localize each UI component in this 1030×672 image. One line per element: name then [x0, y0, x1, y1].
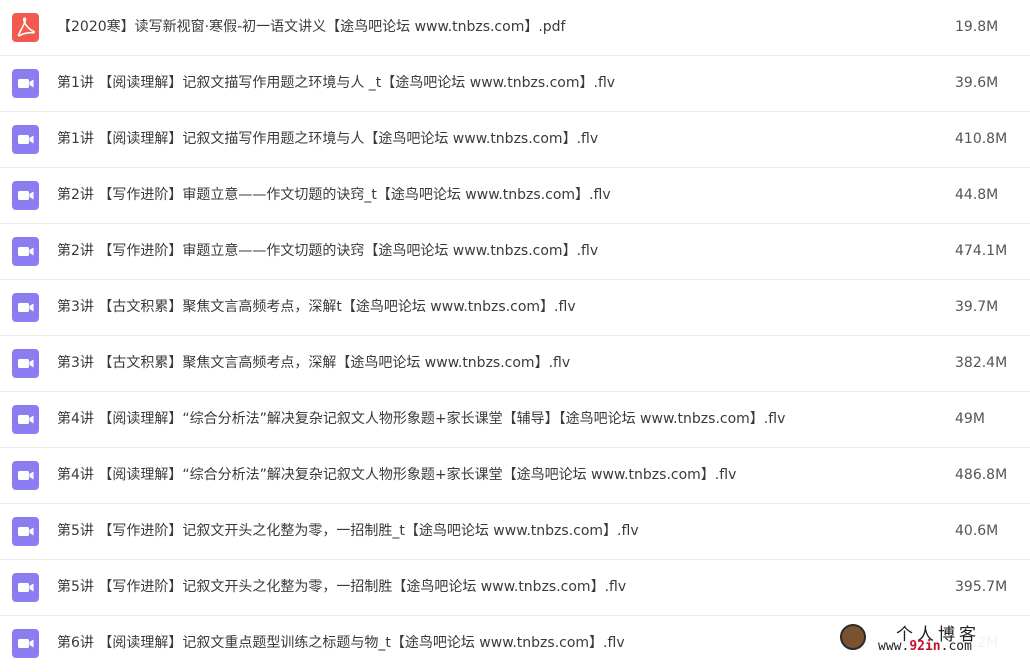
file-name[interactable]: 第3讲 【古文积累】聚焦文言高频考点，深解t【途鸟吧论坛 www.tnbzs.c… — [57, 280, 576, 335]
video-file-icon — [12, 69, 39, 98]
file-row[interactable]: 第5讲 【写作进阶】记叙文开头之化整为零，一招制胜【途鸟吧论坛 www.tnbz… — [0, 560, 1030, 616]
file-name[interactable]: 【2020寒】读写新视窗·寒假-初一语文讲义【途鸟吧论坛 www.tnbzs.c… — [57, 0, 566, 55]
file-size: 410.8M — [955, 131, 1008, 147]
watermark-url: www.92in.com — [878, 639, 972, 654]
file-name[interactable]: 第2讲 【写作进阶】审题立意——作文切题的诀窍_t【途鸟吧论坛 www.tnbz… — [57, 168, 611, 223]
file-name[interactable]: 第3讲 【古文积累】聚焦文言高频考点，深解【途鸟吧论坛 www.tnbzs.co… — [57, 336, 570, 391]
watermark-url-highlight: 92in — [909, 639, 941, 654]
video-file-icon — [12, 573, 39, 602]
file-row[interactable]: 第3讲 【古文积累】聚焦文言高频考点，深解【途鸟吧论坛 www.tnbzs.co… — [0, 336, 1030, 392]
video-file-icon — [12, 181, 39, 210]
file-name[interactable]: 第5讲 【写作进阶】记叙文开头之化整为零，一招制胜_t【途鸟吧论坛 www.tn… — [57, 504, 639, 559]
file-size: 486.8M — [955, 467, 1008, 483]
file-row[interactable]: 第3讲 【古文积累】聚焦文言高频考点，深解t【途鸟吧论坛 www.tnbzs.c… — [0, 280, 1030, 336]
file-size: 382.4M — [955, 355, 1008, 371]
file-row[interactable]: 第2讲 【写作进阶】审题立意——作文切题的诀窍【途鸟吧论坛 www.tnbzs.… — [0, 224, 1030, 280]
video-file-icon — [12, 629, 39, 658]
video-file-icon — [12, 405, 39, 434]
file-name[interactable]: 第1讲 【阅读理解】记叙文描写作用题之环境与人【途鸟吧论坛 www.tnbzs.… — [57, 112, 598, 167]
video-file-icon — [12, 293, 39, 322]
file-name[interactable]: 第1讲 【阅读理解】记叙文描写作用题之环境与人 _t【途鸟吧论坛 www.tnb… — [57, 56, 615, 111]
file-name[interactable]: 第4讲 【阅读理解】“综合分析法”解决复杂记叙文人物形象题+家长课堂【辅导】【途… — [57, 392, 785, 447]
file-row[interactable]: 第4讲 【阅读理解】“综合分析法”解决复杂记叙文人物形象题+家长课堂【辅导】【途… — [0, 392, 1030, 448]
file-size: 44.8M — [955, 187, 999, 203]
file-size: 19.8M — [955, 19, 999, 35]
file-row[interactable]: 第4讲 【阅读理解】“综合分析法”解决复杂记叙文人物形象题+家长课堂【途鸟吧论坛… — [0, 448, 1030, 504]
file-size: 49M — [955, 411, 985, 427]
file-row[interactable]: 第5讲 【写作进阶】记叙文开头之化整为零，一招制胜_t【途鸟吧论坛 www.tn… — [0, 504, 1030, 560]
file-row[interactable]: 第1讲 【阅读理解】记叙文描写作用题之环境与人 _t【途鸟吧论坛 www.tnb… — [0, 56, 1030, 112]
file-row[interactable]: 第2讲 【写作进阶】审题立意——作文切题的诀窍_t【途鸟吧论坛 www.tnbz… — [0, 168, 1030, 224]
file-row[interactable]: 第1讲 【阅读理解】记叙文描写作用题之环境与人【途鸟吧论坛 www.tnbzs.… — [0, 112, 1030, 168]
file-size: 39.6M — [955, 75, 999, 91]
file-size: 39.7M — [955, 299, 999, 315]
file-name[interactable]: 第4讲 【阅读理解】“综合分析法”解决复杂记叙文人物形象题+家长课堂【途鸟吧论坛… — [57, 448, 736, 503]
file-row[interactable]: 【2020寒】读写新视窗·寒假-初一语文讲义【途鸟吧论坛 www.tnbzs.c… — [0, 0, 1030, 56]
video-file-icon — [12, 461, 39, 490]
video-file-icon — [12, 125, 39, 154]
file-name[interactable]: 第6讲 【阅读理解】记叙文重点题型训练之标题与物_t【途鸟吧论坛 www.tnb… — [57, 616, 625, 671]
video-file-icon — [12, 349, 39, 378]
video-file-icon — [12, 237, 39, 266]
video-file-icon — [12, 517, 39, 546]
file-size: 40.6M — [955, 523, 999, 539]
avatar-icon — [840, 624, 866, 650]
blog-watermark: 个人博客 www.92in.com — [838, 620, 1028, 660]
file-size: 395.7M — [955, 579, 1008, 595]
file-name[interactable]: 第2讲 【写作进阶】审题立意——作文切题的诀窍【途鸟吧论坛 www.tnbzs.… — [57, 224, 598, 279]
pdf-file-icon — [12, 13, 39, 42]
file-name[interactable]: 第5讲 【写作进阶】记叙文开头之化整为零，一招制胜【途鸟吧论坛 www.tnbz… — [57, 560, 626, 615]
file-list: 【2020寒】读写新视窗·寒假-初一语文讲义【途鸟吧论坛 www.tnbzs.c… — [0, 0, 1030, 672]
watermark-url-prefix: www. — [878, 639, 910, 654]
file-size: 474.1M — [955, 243, 1008, 259]
watermark-url-suffix: .com — [940, 639, 972, 654]
